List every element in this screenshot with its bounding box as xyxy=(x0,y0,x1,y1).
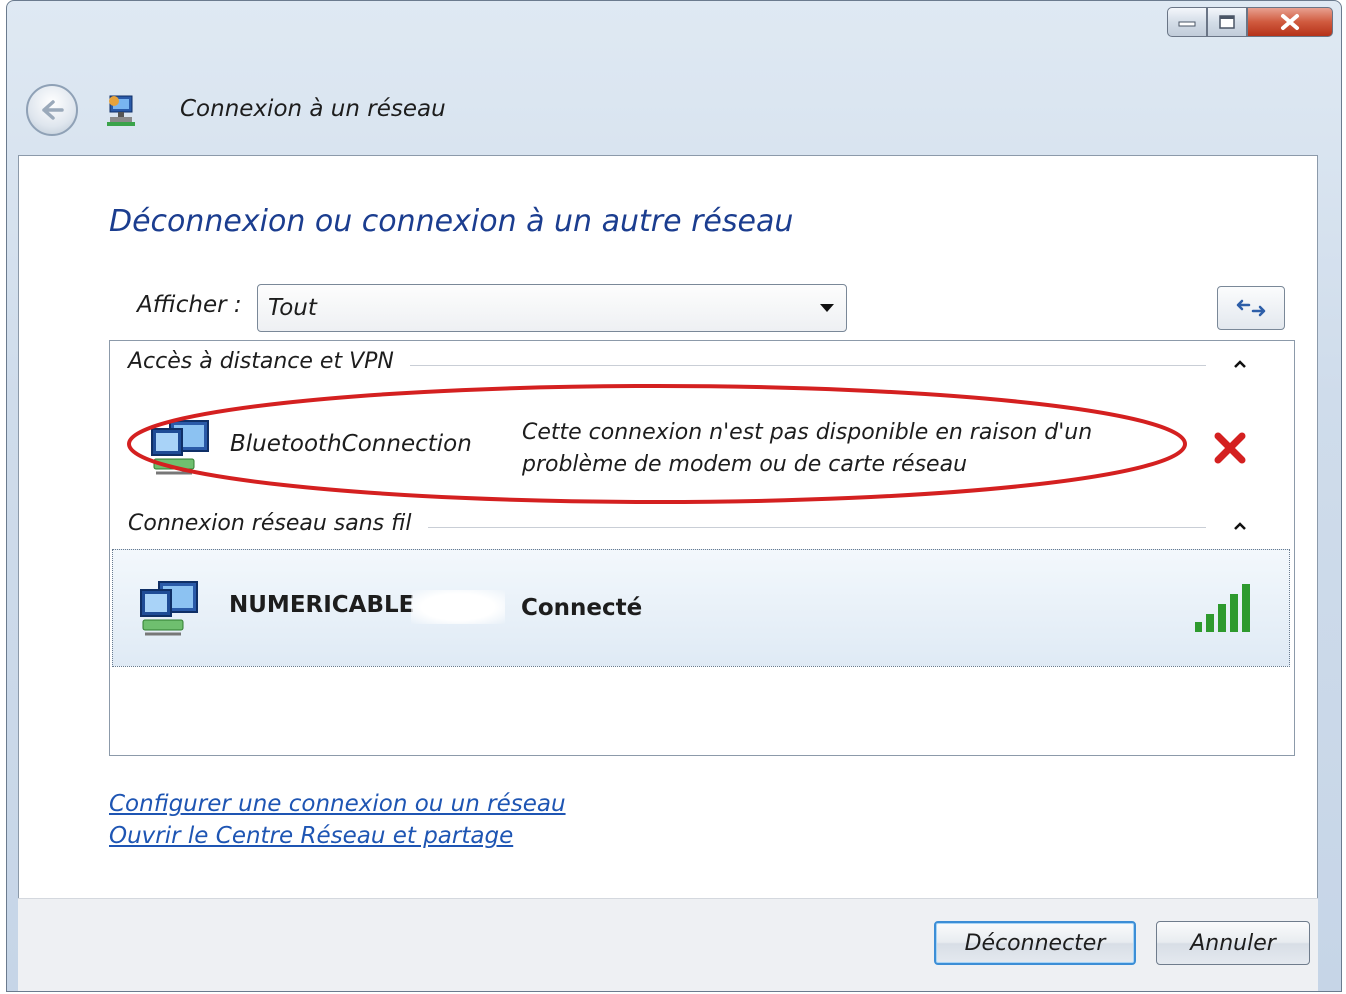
minimize-icon xyxy=(1178,21,1196,27)
show-filter-value: Tout xyxy=(268,295,317,321)
network-name: NUMERICABLE xyxy=(229,592,415,618)
footer-bar: Déconnecter Annuler xyxy=(18,898,1318,991)
chevron-up-icon xyxy=(1234,522,1246,530)
window-controls xyxy=(1167,7,1333,37)
chevron-down-icon xyxy=(820,304,834,312)
disconnect-button[interactable]: Déconnecter xyxy=(934,921,1136,965)
group-divider xyxy=(428,527,1206,528)
content-panel: Déconnexion ou connexion à un autre rése… xyxy=(18,155,1318,899)
back-button[interactable] xyxy=(26,84,78,136)
network-center-link[interactable]: Ouvrir le Centre Réseau et partage xyxy=(109,820,566,852)
links-section: Configurer une connexion ou un réseau Ou… xyxy=(109,788,566,852)
wireless-adapter-icon xyxy=(140,581,198,636)
page-title: Déconnexion ou connexion à un autre rése… xyxy=(109,204,794,239)
redaction-mask xyxy=(411,590,505,624)
network-connection-icon xyxy=(107,95,135,126)
window-title: Connexion à un réseau xyxy=(180,96,446,122)
group-header-wireless: Connexion réseau sans fil xyxy=(128,511,412,536)
maximize-button[interactable] xyxy=(1207,7,1247,37)
annotation-ellipse xyxy=(127,384,1187,504)
refresh-arrows-icon xyxy=(1236,299,1266,317)
group-divider xyxy=(410,365,1206,366)
close-icon xyxy=(1281,14,1299,30)
network-list: Accès à distance et VPN BluetoothConnect… xyxy=(109,340,1295,756)
minimize-button[interactable] xyxy=(1167,7,1207,37)
group-collapse-button[interactable] xyxy=(1230,357,1250,371)
network-status: Connecté xyxy=(521,595,643,621)
group-header-vpn: Accès à distance et VPN xyxy=(128,349,394,374)
setup-connection-link[interactable]: Configurer une connexion ou un réseau xyxy=(109,788,566,820)
signal-strength-icon xyxy=(1195,584,1250,632)
maximize-icon xyxy=(1219,15,1235,29)
refresh-button[interactable] xyxy=(1217,286,1285,330)
show-label: Afficher : xyxy=(137,292,242,318)
show-filter-select[interactable]: Tout xyxy=(257,284,847,332)
group-collapse-button[interactable] xyxy=(1230,519,1250,533)
red-x-icon xyxy=(1214,432,1246,464)
close-button[interactable] xyxy=(1247,7,1333,37)
list-item-numericable[interactable]: NUMERICABLE Connecté xyxy=(112,549,1290,667)
chevron-up-icon xyxy=(1234,360,1246,368)
cancel-button[interactable]: Annuler xyxy=(1156,921,1310,965)
back-arrow-icon xyxy=(42,100,64,120)
